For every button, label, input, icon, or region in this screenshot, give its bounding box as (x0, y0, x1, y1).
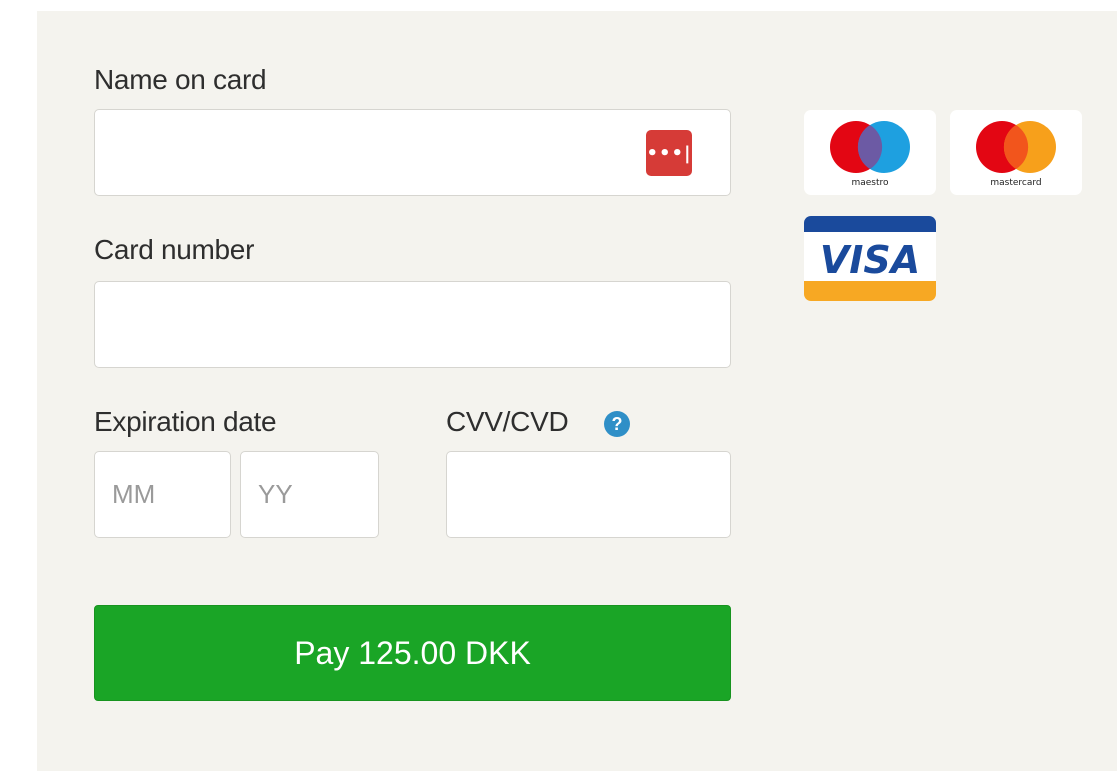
maestro-wordmark: maestro (851, 178, 889, 188)
name-on-card-label: Name on card (94, 64, 267, 95)
expiry-year-input[interactable] (240, 451, 379, 538)
cvv-input[interactable] (446, 451, 731, 538)
visa-logo: VISA (804, 216, 936, 301)
cvv-label: CVV/CVD (446, 406, 569, 437)
pay-button[interactable]: Pay 125.00 DKK (94, 605, 731, 701)
name-on-card-input[interactable] (94, 109, 731, 196)
visa-wordmark: VISA (820, 238, 920, 282)
expiration-date-label: Expiration date (94, 406, 277, 437)
question-circle-icon[interactable]: ? (604, 411, 630, 437)
mastercard-logo: mastercard (950, 110, 1082, 195)
card-number-input[interactable] (94, 281, 731, 368)
expiry-month-input[interactable] (94, 451, 231, 538)
card-number-label: Card number (94, 234, 255, 265)
maestro-logo: maestro (804, 110, 936, 195)
password-manager-icon[interactable]: •••| (646, 130, 692, 176)
mastercard-wordmark: mastercard (990, 178, 1041, 188)
